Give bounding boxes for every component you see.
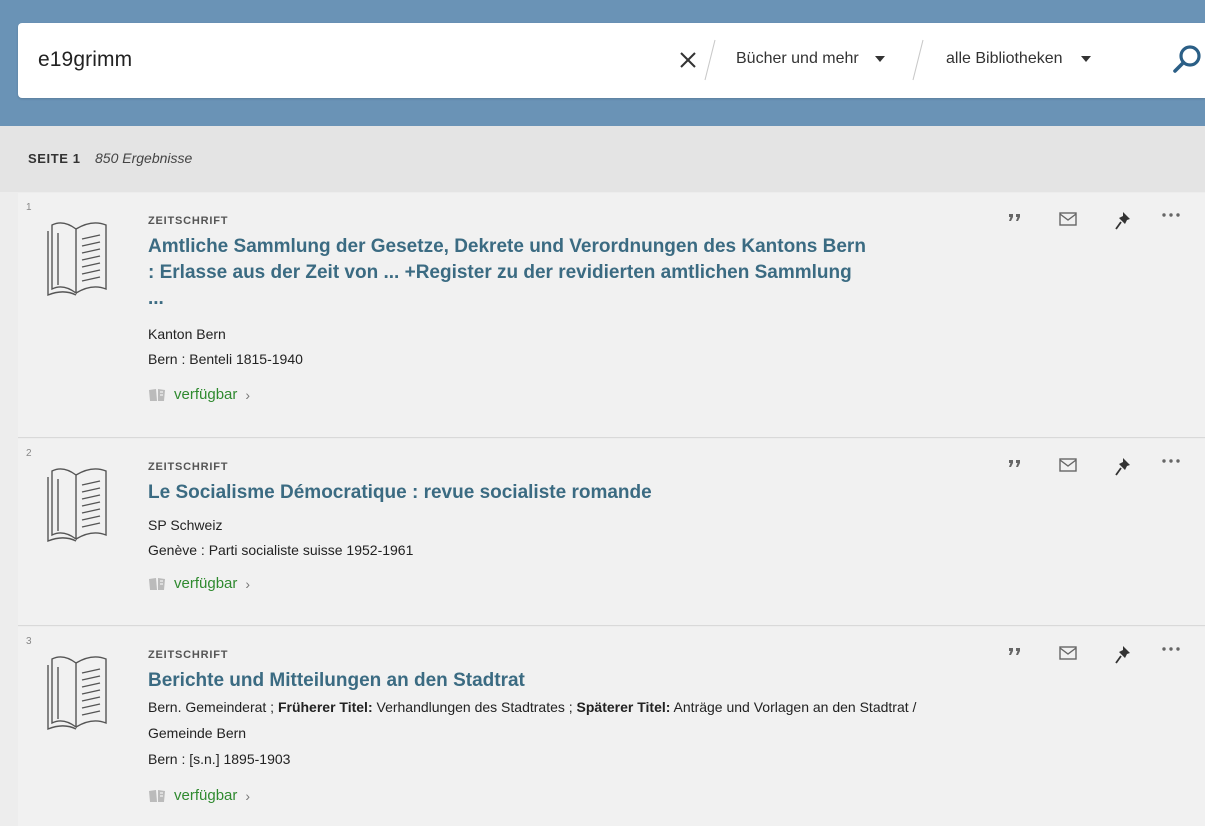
later-title-value: Anträge und Vorlagen an den Stadtrat / xyxy=(670,699,917,715)
later-title-label: Späterer Titel: xyxy=(576,699,671,715)
availability-link[interactable]: verfügbar › xyxy=(148,575,250,592)
quote-icon[interactable] xyxy=(1008,211,1022,223)
envelope-icon[interactable] xyxy=(1058,457,1078,473)
page-label: SEITE 1 xyxy=(28,151,81,166)
search-input[interactable]: e19grimm xyxy=(38,48,132,72)
result-type: ZEITSCHRIFT xyxy=(148,649,229,661)
open-book-icon xyxy=(149,789,165,802)
scope-select-label: Bücher und mehr xyxy=(736,50,859,67)
result-actions xyxy=(1008,645,1198,665)
result-publication: Bern : [s.n.] 1895-1903 xyxy=(148,751,291,767)
library-select[interactable]: alle Bibliotheken xyxy=(946,50,1091,68)
availability-status: verfügbar xyxy=(174,787,238,804)
availability-link[interactable]: verfügbar › xyxy=(148,787,250,804)
ellipsis-icon[interactable] xyxy=(1161,457,1181,465)
scope-select[interactable]: Bücher und mehr xyxy=(736,50,885,68)
open-book-icon xyxy=(149,388,165,401)
search-icon[interactable] xyxy=(1171,43,1205,77)
book-icon xyxy=(47,222,107,297)
pushpin-icon[interactable] xyxy=(1114,211,1132,231)
close-icon[interactable] xyxy=(677,49,699,71)
pushpin-icon[interactable] xyxy=(1114,457,1132,477)
result-actions xyxy=(1008,211,1198,231)
result-actions xyxy=(1008,457,1198,477)
result-author: SP Schweiz xyxy=(148,517,223,533)
ellipsis-icon[interactable] xyxy=(1161,645,1181,653)
result-type: ZEITSCHRIFT xyxy=(148,461,229,473)
result-number: 1 xyxy=(26,202,32,213)
result-publication: Bern : Benteli 1815-1940 xyxy=(148,351,303,367)
envelope-icon[interactable] xyxy=(1058,211,1078,227)
availability-status: verfügbar xyxy=(174,386,238,403)
quote-icon[interactable] xyxy=(1008,645,1022,657)
divider xyxy=(912,39,924,81)
result-item[interactable]: 3 ZEITSCHRIFT Berichte und Mitteilungen … xyxy=(18,627,1205,826)
divider xyxy=(704,39,716,81)
result-number: 2 xyxy=(26,448,32,459)
result-type: ZEITSCHRIFT xyxy=(148,215,229,227)
earlier-title-label: Früherer Titel: xyxy=(277,699,373,715)
search-header: e19grimm Bücher und mehr alle Bibliothek… xyxy=(0,0,1205,126)
result-author: Bern. Gemeinderat ; Früherer Titel: Verh… xyxy=(148,697,1178,717)
result-item[interactable]: 1 ZEITSCHRIFT Amtliche Sammlung der Gese… xyxy=(18,193,1205,438)
caret-down-icon xyxy=(1080,56,1091,62)
result-title-link[interactable]: Amtliche Sammlung der Gesetze, Dekrete u… xyxy=(148,234,868,312)
result-publication: Genève : Parti socialiste suisse 1952-19… xyxy=(148,542,414,558)
chevron-right-icon: › xyxy=(245,575,251,592)
search-bar[interactable]: e19grimm Bücher und mehr alle Bibliothek… xyxy=(18,23,1205,98)
availability-link[interactable]: verfügbar › xyxy=(148,386,250,403)
result-title-link[interactable]: Berichte und Mitteilungen an den Stadtra… xyxy=(148,668,868,694)
author-text: Bern. Gemeinderat ; xyxy=(148,699,278,715)
ellipsis-icon[interactable] xyxy=(1161,211,1181,219)
results-info-bar: SEITE 1 850 Ergebnisse xyxy=(0,126,1205,192)
result-number: 3 xyxy=(26,636,32,647)
result-item[interactable]: 2 ZEITSCHRIFT Le Socialisme Démocratique… xyxy=(18,439,1205,626)
result-author-continued: Gemeinde Bern xyxy=(148,725,247,741)
caret-down-icon xyxy=(874,56,885,62)
availability-status: verfügbar xyxy=(174,575,238,592)
results-count: 850 Ergebnisse xyxy=(95,150,193,166)
book-icon xyxy=(47,468,107,543)
earlier-title-value: Verhandlungen des Stadtrates ; xyxy=(372,699,577,715)
result-author: Kanton Bern xyxy=(148,326,226,342)
envelope-icon[interactable] xyxy=(1058,645,1078,661)
chevron-right-icon: › xyxy=(245,787,251,804)
quote-icon[interactable] xyxy=(1008,457,1022,469)
library-select-label: alle Bibliotheken xyxy=(946,50,1063,67)
pushpin-icon[interactable] xyxy=(1114,645,1132,665)
result-title-link[interactable]: Le Socialisme Démocratique : revue socia… xyxy=(148,480,868,506)
book-icon xyxy=(47,656,107,731)
open-book-icon xyxy=(149,577,165,590)
chevron-right-icon: › xyxy=(245,386,251,403)
